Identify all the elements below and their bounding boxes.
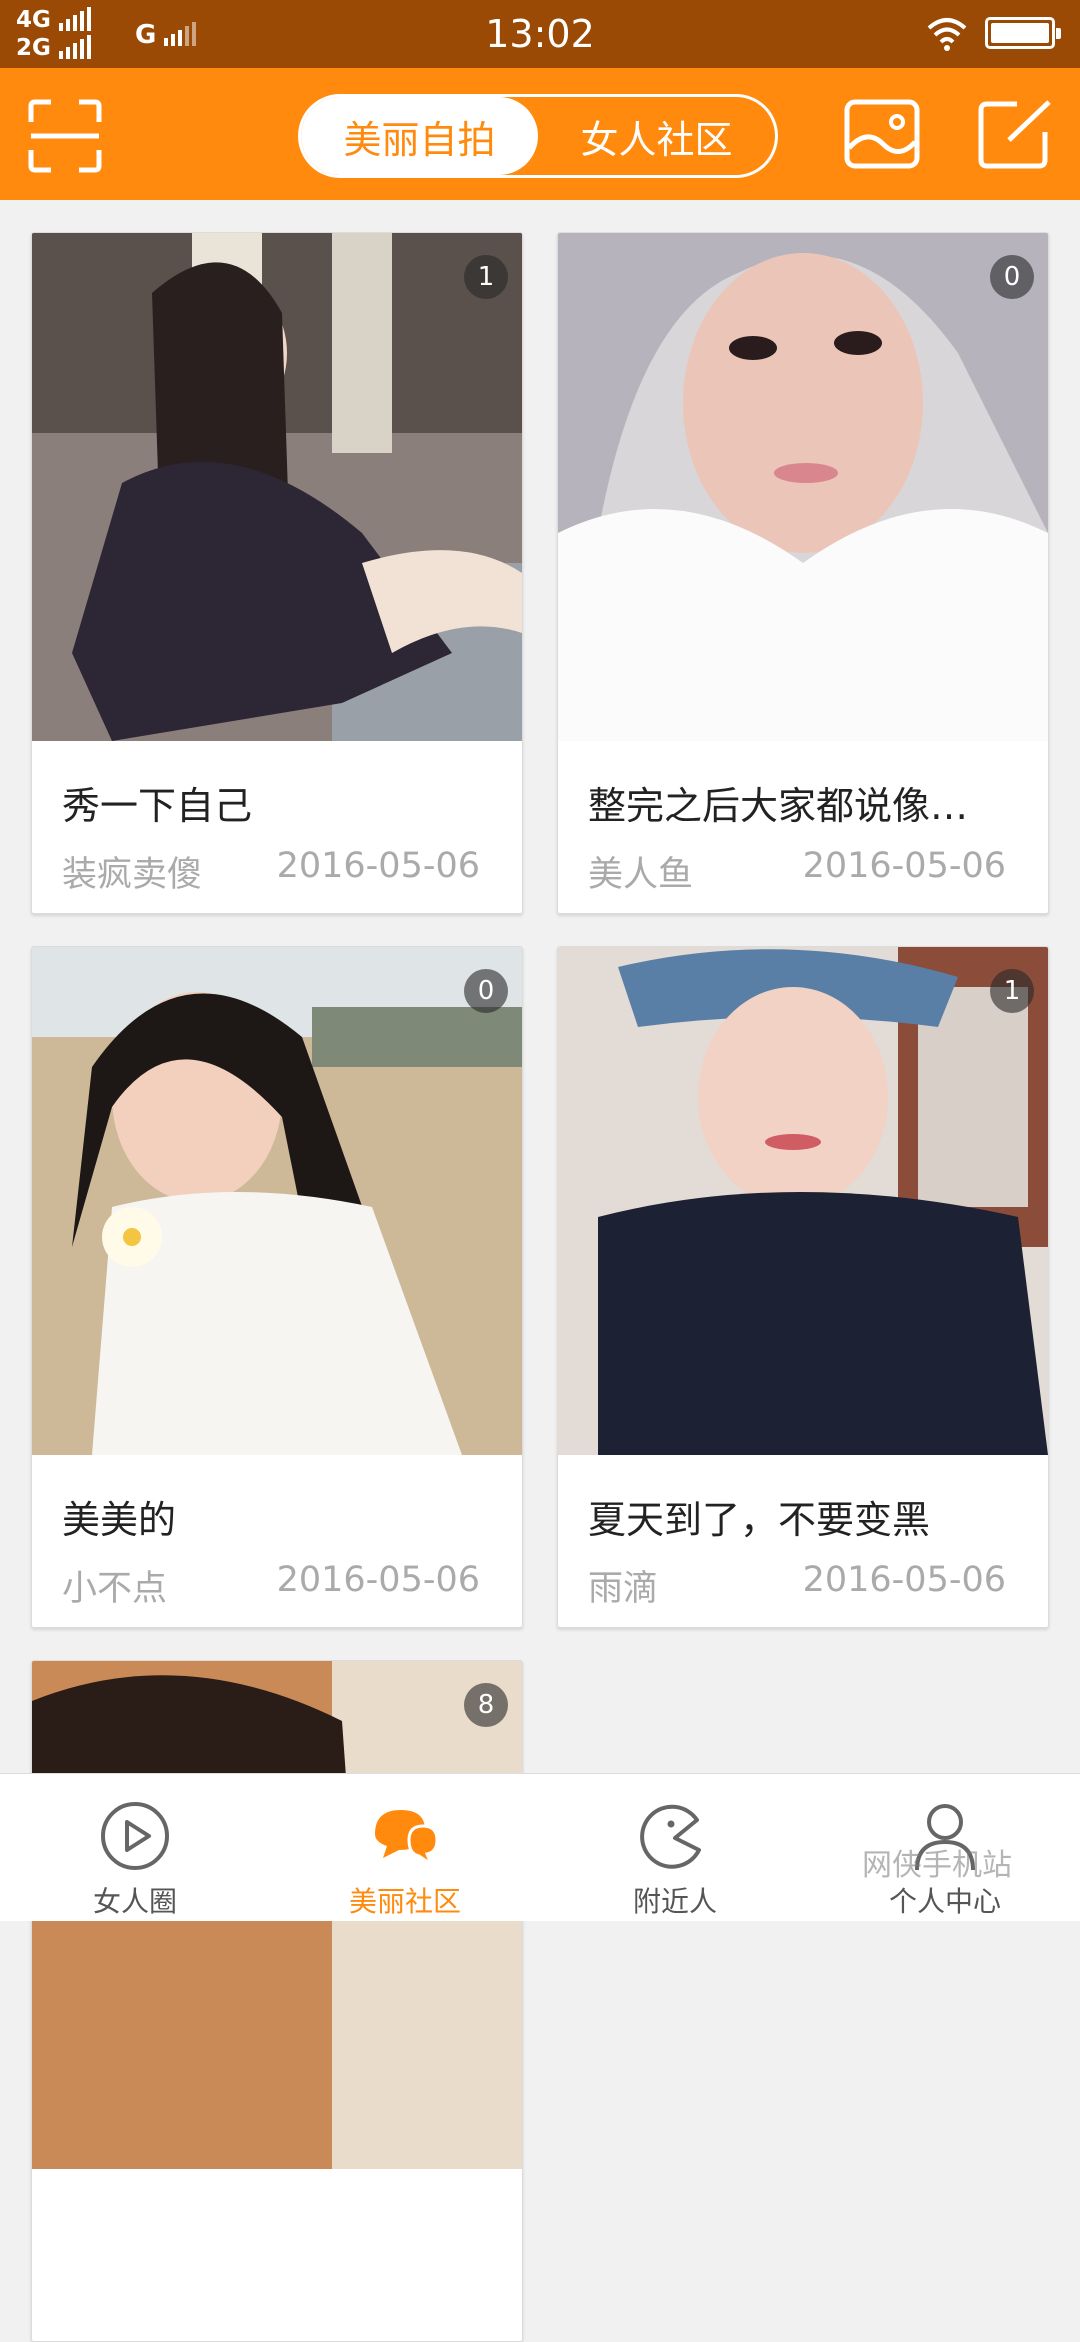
compose-icon[interactable] bbox=[977, 98, 1055, 170]
app-header: 美丽自拍 女人社区 bbox=[0, 68, 1080, 200]
post-card[interactable]: 0 整完之后大家都说像… 美人鱼 2016-05-06 bbox=[557, 232, 1049, 914]
comment-count-badge: 1 bbox=[990, 969, 1034, 1013]
post-title: 整完之后大家都说像… bbox=[588, 784, 969, 828]
tab-beauty-community[interactable]: 美丽社区 bbox=[270, 1774, 540, 1921]
tab-nearby[interactable]: 附近人 bbox=[540, 1774, 810, 1921]
clock: 13:02 bbox=[485, 12, 595, 56]
post-date: 2016-05-06 bbox=[276, 1560, 480, 1600]
post-card[interactable]: 0 美美的 小不点 2016-05-06 bbox=[31, 946, 523, 1628]
tab-label: 个人中心 bbox=[888, 1885, 1001, 1918]
tab-beauty-selfie[interactable]: 美丽自拍 bbox=[301, 97, 538, 175]
post-title: 夏天到了，不要变黑 bbox=[588, 1498, 931, 1542]
post-author: 小不点 bbox=[62, 1569, 168, 1609]
post-photo bbox=[558, 233, 1048, 741]
gallery-icon[interactable] bbox=[843, 98, 921, 170]
wifi-icon bbox=[927, 18, 967, 51]
comment-count-badge: 0 bbox=[990, 255, 1034, 299]
tab-label: 附近人 bbox=[632, 1885, 717, 1918]
post-photo bbox=[32, 947, 522, 1455]
segment-control: 美丽自拍 女人社区 bbox=[298, 94, 778, 178]
post-photo bbox=[32, 233, 522, 741]
comment-count-badge: 0 bbox=[464, 969, 508, 1013]
post-photo bbox=[558, 947, 1048, 1455]
post-date: 2016-05-06 bbox=[802, 846, 1006, 886]
post-card[interactable]: 1 夏天到了，不要变黑 雨滴 2016-05-06 bbox=[557, 946, 1049, 1628]
chat-bubbles-icon bbox=[375, 1810, 439, 1868]
pacman-icon bbox=[640, 1804, 701, 1869]
battery-icon bbox=[985, 17, 1061, 49]
post-author: 美人鱼 bbox=[588, 855, 694, 895]
post-card[interactable]: 1 秀一下自己 装疯卖傻 2016-05-06 bbox=[31, 232, 523, 914]
post-date: 2016-05-06 bbox=[802, 1560, 1006, 1600]
post-author: 雨滴 bbox=[588, 1569, 659, 1609]
status-bar: 4G 2G G 13:02 bbox=[0, 0, 1080, 68]
scan-icon[interactable] bbox=[27, 98, 103, 174]
watermark: 网侠手机站 bbox=[862, 1848, 1012, 1883]
post-card[interactable]: 8 bbox=[31, 1660, 523, 2342]
play-circle-icon bbox=[101, 1802, 169, 1870]
tab-women-community[interactable]: 女人社区 bbox=[538, 97, 775, 175]
comment-count-badge: 1 bbox=[464, 255, 508, 299]
post-date: 2016-05-06 bbox=[276, 846, 480, 886]
post-title: 美美的 bbox=[62, 1498, 177, 1542]
comment-count-badge: 8 bbox=[464, 1683, 508, 1727]
tab-label: 美丽社区 bbox=[348, 1885, 461, 1918]
post-author: 装疯卖傻 bbox=[62, 855, 203, 895]
post-title: 秀一下自己 bbox=[62, 784, 253, 828]
tab-women-circle[interactable]: 女人圈 bbox=[0, 1774, 270, 1921]
tab-label: 女人圈 bbox=[92, 1885, 177, 1918]
